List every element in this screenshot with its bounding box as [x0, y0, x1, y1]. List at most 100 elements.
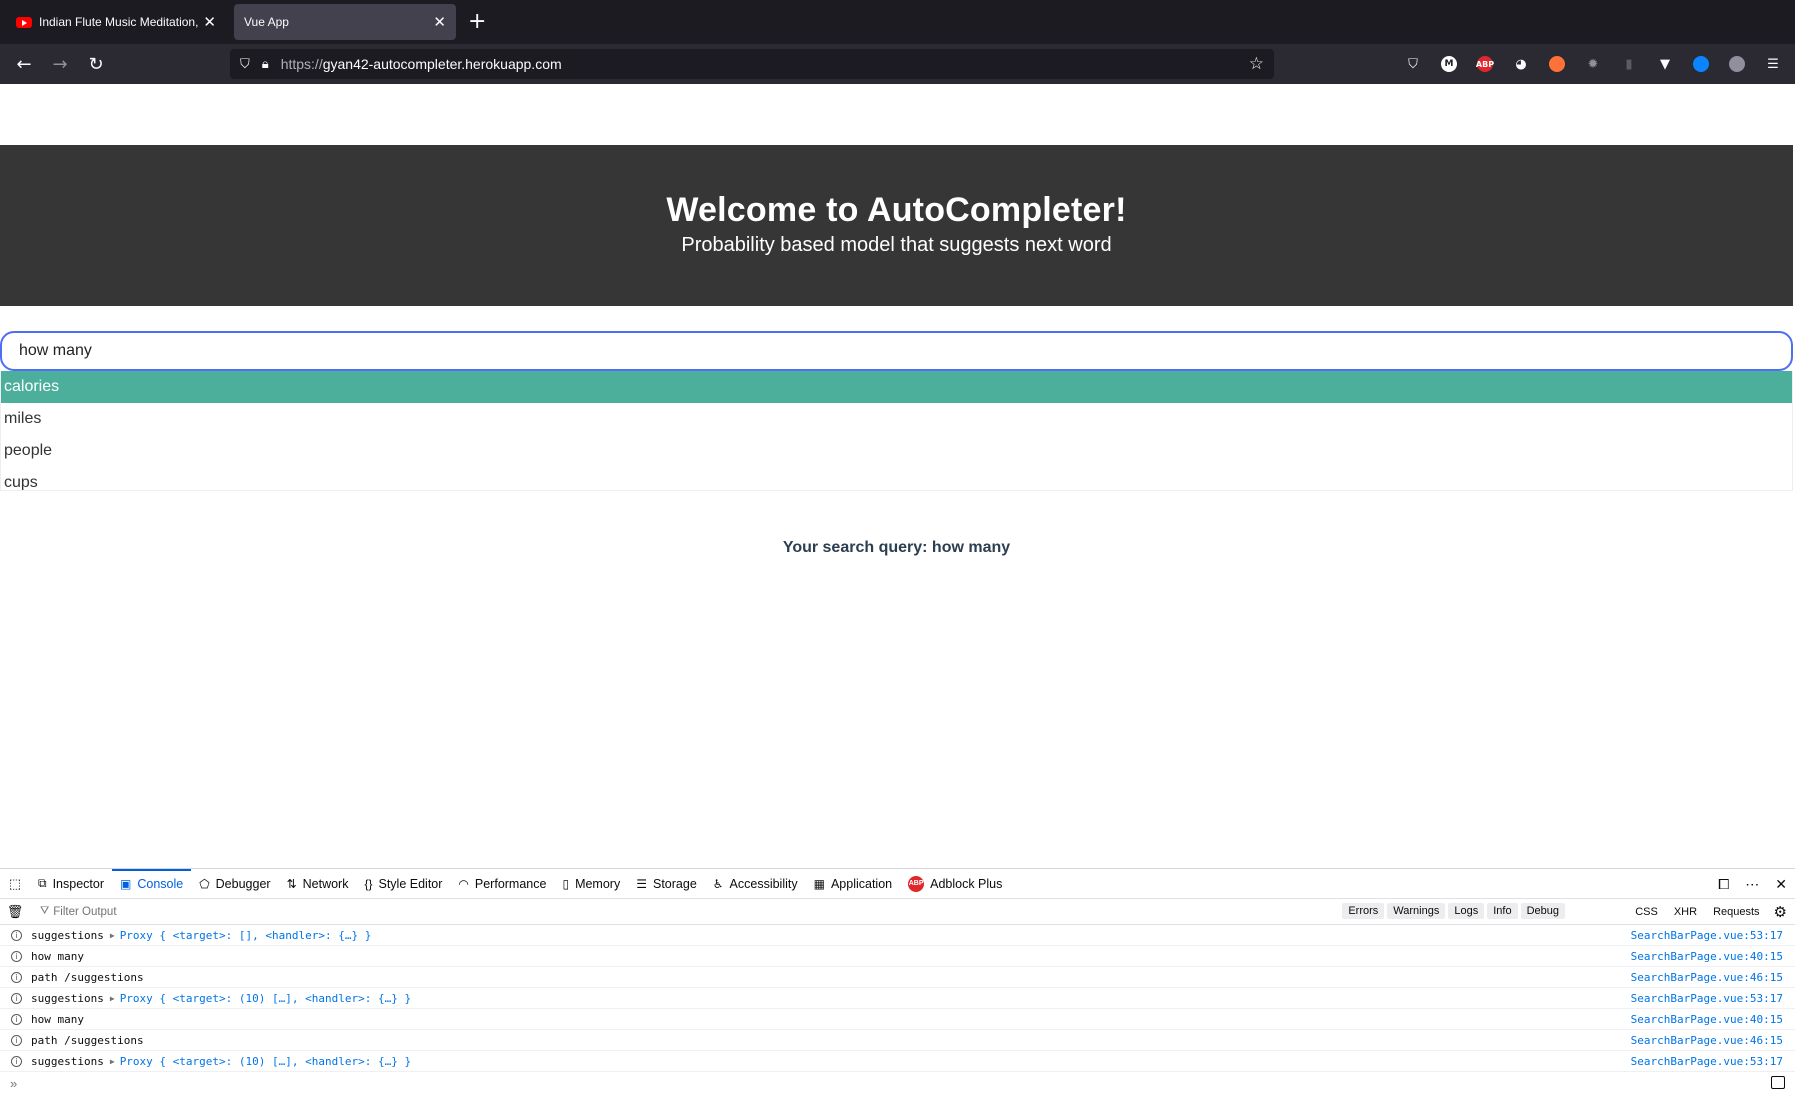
log-source-link[interactable]: SearchBarPage.vue:46:15 — [1631, 1034, 1783, 1047]
vue-icon[interactable]: ▼ — [1647, 49, 1683, 79]
web-page: Welcome to AutoCompleter! Probability ba… — [0, 84, 1795, 868]
browser-nav-bar: ← → ↻ ⛉ 🔒︎ https://gyan42-autocompleter.… — [0, 44, 1795, 84]
info-icon: i — [11, 1055, 22, 1067]
abp-icon[interactable]: ABP — [1467, 49, 1503, 79]
address-bar[interactable]: ⛉ 🔒︎ https://gyan42-autocompleter.heroku… — [230, 49, 1274, 79]
filter-debug-button[interactable]: Debug — [1520, 903, 1565, 919]
tab-memory[interactable]: ▯ Memory — [554, 869, 628, 899]
suggestion-item[interactable]: calories — [1, 371, 1792, 403]
shield-icon[interactable]: ⛉ — [240, 57, 250, 72]
gear-icon[interactable]: ⚙ — [1774, 903, 1787, 921]
info-icon: i — [11, 1034, 22, 1046]
filter-warnings-button[interactable]: Warnings — [1387, 903, 1446, 919]
globe-icon[interactable] — [1683, 49, 1719, 79]
tab-network[interactable]: ⇅ Network — [279, 869, 357, 899]
tab-close-icon[interactable]: ✕ — [433, 14, 446, 30]
style-editor-icon: {} — [364, 876, 373, 891]
log-message: how many — [31, 1012, 84, 1026]
new-tab-plus-icon[interactable]: + — [468, 11, 486, 33]
filter-logs-button[interactable]: Logs — [1448, 903, 1485, 919]
tab-adblock-plus[interactable]: ABP Adblock Plus — [900, 869, 1010, 899]
suggestion-item[interactable]: cups — [1, 467, 1792, 490]
tab-inspector[interactable]: ⧉ Inspector — [30, 869, 112, 899]
file-icon[interactable]: ▮ — [1611, 49, 1647, 79]
debugger-icon: ⬠ — [199, 876, 210, 891]
log-source-link[interactable]: SearchBarPage.vue:40:15 — [1631, 1013, 1783, 1026]
forward-arrow-icon[interactable]: → — [42, 49, 78, 79]
fox-icon[interactable] — [1539, 49, 1575, 79]
filter-errors-button[interactable]: Errors — [1342, 903, 1385, 919]
filter-output-input[interactable]: ⛛ Filter Output — [40, 905, 117, 918]
responsive-design-icon[interactable]: ⧠ — [1718, 876, 1729, 893]
filter-xhr-button[interactable]: XHR — [1668, 904, 1703, 920]
log-source-link[interactable]: SearchBarPage.vue:53:17 — [1631, 929, 1783, 942]
back-arrow-icon[interactable]: ← — [6, 49, 42, 79]
console-row: i suggestions ▶ Proxy { <target>: (10) [… — [0, 1051, 1795, 1072]
prompt-chevron-icon: » — [10, 1075, 18, 1091]
tab-application[interactable]: ▦ Application — [806, 869, 901, 899]
suggestion-item[interactable]: people — [1, 435, 1792, 467]
tab-accessibility[interactable]: ♿︎ Accessibility — [705, 869, 806, 899]
browser-tab-vue-app[interactable]: Vue App ✕ — [234, 4, 456, 40]
suggestion-item[interactable]: miles — [1, 403, 1792, 435]
autocomplete-widget: calories miles people cups — [0, 331, 1793, 491]
filter-requests-button[interactable]: Requests — [1707, 904, 1765, 920]
log-source-link[interactable]: SearchBarPage.vue:46:15 — [1631, 971, 1783, 984]
suggestion-list: calories miles people cups — [0, 371, 1793, 491]
extension-toolbar: ⛉ M ABP ◕ ✹ ▮ ▼ ☰ — [1395, 44, 1791, 84]
m-icon[interactable]: M — [1431, 49, 1467, 79]
filter-placeholder: Filter Output — [53, 905, 117, 918]
info-icon: i — [11, 992, 22, 1004]
tab-close-icon[interactable]: ✕ — [203, 14, 216, 30]
expand-triangle-icon[interactable]: ▶ — [110, 994, 115, 1003]
devtools-window-controls: ⧠ ⋯ ✕ — [1702, 869, 1787, 899]
log-source-link[interactable]: SearchBarPage.vue:53:17 — [1631, 992, 1783, 1005]
log-message: suggestions — [31, 928, 104, 942]
tab-console[interactable]: ▣ Console — [112, 868, 192, 899]
expand-triangle-icon[interactable]: ▶ — [110, 931, 115, 940]
log-source-link[interactable]: SearchBarPage.vue:53:17 — [1631, 1055, 1783, 1068]
bookmark-star-icon[interactable]: ☆ — [1249, 54, 1264, 74]
storage-icon: ☰ — [636, 876, 647, 891]
log-source-link[interactable]: SearchBarPage.vue:40:15 — [1631, 950, 1783, 963]
console-icon: ▣ — [120, 876, 132, 891]
console-row: i suggestions ▶ Proxy { <target>: (10) [… — [0, 988, 1795, 1009]
log-object[interactable]: Proxy { <target>: [], <handler>: {…} } — [120, 929, 372, 942]
network-filters: CSS XHR Requests ⚙ — [1625, 903, 1787, 921]
close-devtools-icon[interactable]: ✕ — [1775, 876, 1787, 893]
log-object[interactable]: Proxy { <target>: (10) […], <handler>: {… — [120, 1055, 411, 1068]
tab-storage[interactable]: ☰ Storage — [628, 869, 705, 899]
log-object[interactable]: Proxy { <target>: (10) […], <handler>: {… — [120, 992, 411, 1005]
bug-icon[interactable]: ✹ — [1575, 49, 1611, 79]
console-row: i path /suggestions SearchBarPage.vue:46… — [0, 1030, 1795, 1051]
tab-debugger[interactable]: ⬠ Debugger — [191, 869, 278, 899]
reload-icon[interactable]: ↻ — [78, 49, 114, 79]
console-input[interactable]: » — [0, 1072, 1795, 1094]
network-icon: ⇅ — [286, 876, 297, 891]
info-icon: i — [11, 1013, 22, 1025]
expand-triangle-icon[interactable]: ▶ — [110, 1057, 115, 1066]
devtools-panel: ⬚ ⧉ Inspector ▣ Console ⬠ Debugger ⇅ Network… — [0, 868, 1795, 1120]
url-text[interactable]: https://gyan42-autocompleter.herokuapp.c… — [281, 56, 1249, 72]
tab-style-editor[interactable]: {} Style Editor — [356, 869, 450, 899]
clear-console-icon[interactable]: 🗑︎ — [0, 904, 30, 920]
log-level-filters: Errors Warnings Logs Info Debug — [1339, 903, 1565, 919]
search-input[interactable] — [0, 331, 1793, 371]
filter-css-button[interactable]: CSS — [1629, 904, 1664, 920]
filter-info-button[interactable]: Info — [1487, 903, 1518, 919]
account-icon[interactable] — [1719, 49, 1755, 79]
puzzle-icon[interactable]: ◕ — [1503, 49, 1539, 79]
console-output: i suggestions ▶ Proxy { <target>: [], <h… — [0, 925, 1795, 1072]
info-icon: i — [11, 950, 22, 962]
element-picker-icon[interactable]: ⬚ — [0, 869, 30, 899]
browser-tab-youtube[interactable]: Indian Flute Music Meditation, R ✕ — [6, 4, 226, 40]
tab-title: Vue App — [244, 15, 289, 29]
youtube-icon — [16, 16, 32, 28]
tab-performance[interactable]: ◠ Performance — [450, 869, 554, 899]
split-console-icon[interactable] — [1771, 1076, 1785, 1089]
pocket-icon[interactable]: ⛉ — [1395, 49, 1431, 79]
menu-icon[interactable]: ☰ — [1755, 49, 1791, 79]
accessibility-icon: ♿︎ — [712, 876, 724, 891]
lock-icon[interactable]: 🔒︎ — [262, 57, 269, 72]
more-options-icon[interactable]: ⋯ — [1745, 876, 1759, 893]
